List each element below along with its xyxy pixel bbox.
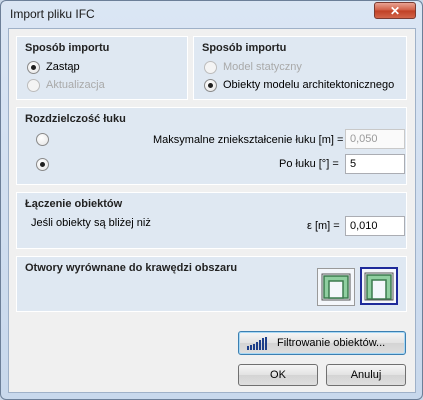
import-model-title: Sposób importu — [202, 42, 287, 54]
filter-icon — [247, 337, 267, 350]
arc-angle-field[interactable] — [345, 154, 405, 174]
import-mode-group: Sposób importu Zastąp Aktualizacja — [16, 36, 188, 100]
import-model-group: Sposób importu Model statyczny Obiekty m… — [193, 36, 407, 100]
opening-option-aligned[interactable] — [360, 267, 398, 305]
merge-objects-title: Łączenie obiektów — [25, 198, 123, 210]
openings-title: Otwory wyrównane do krawędzi obszaru — [25, 262, 238, 274]
close-icon: ✕ — [389, 4, 401, 18]
arc-resolution-group: Rozdzielczość łuku Maksymalne zniekształ… — [16, 107, 407, 185]
title-bar[interactable]: Import pliku IFC ✕ — [1, 1, 422, 27]
arc-resolution-title: Rozdzielczość łuku — [25, 113, 126, 125]
radio-static-model — [204, 61, 217, 74]
cancel-label: Anuluj — [350, 369, 382, 381]
radio-architectural-objects[interactable] — [204, 79, 217, 92]
arc-angle-label: Po łuku [°] = — [279, 158, 339, 170]
import-ifc-dialog: Import pliku IFC ✕ Sposób importu Zastąp… — [0, 0, 423, 400]
radio-update — [27, 79, 40, 92]
ok-button[interactable]: OK — [238, 364, 318, 386]
radio-replace[interactable] — [27, 61, 40, 74]
radio-architectural-objects-label[interactable]: Obiekty modelu architektonicznego — [223, 79, 394, 91]
cancel-button[interactable]: Anuluj — [326, 364, 406, 386]
radio-static-model-label: Model statyczny — [223, 61, 302, 73]
merge-description: Jeśli obiekty są bliżej niż — [31, 217, 151, 229]
radio-update-label: Aktualizacja — [46, 79, 105, 91]
opening-aligned-icon — [364, 272, 394, 301]
epsilon-label: ε [m] = — [307, 220, 340, 232]
radio-max-distortion[interactable] — [36, 133, 49, 146]
ok-label: OK — [270, 369, 286, 381]
import-mode-title: Sposób importu — [25, 42, 110, 54]
max-distortion-field[interactable] — [345, 129, 405, 149]
opening-flush-icon — [321, 273, 351, 301]
radio-arc-angle[interactable] — [36, 158, 49, 171]
filter-objects-button[interactable]: Filtrowanie obiektów... — [238, 331, 406, 355]
dialog-body: Sposób importu Zastąp Aktualizacja Sposó… — [8, 28, 416, 393]
max-distortion-label: Maksymalne zniekształcenie łuku [m] = — [153, 134, 344, 146]
opening-option-flush[interactable] — [317, 268, 355, 306]
window-title: Import pliku IFC — [10, 7, 95, 21]
radio-replace-label[interactable]: Zastąp — [46, 61, 80, 73]
epsilon-field[interactable] — [345, 216, 405, 236]
close-button[interactable]: ✕ — [374, 2, 416, 19]
filter-objects-label: Filtrowanie obiektów... — [277, 337, 386, 349]
merge-objects-group: Łączenie obiektów Jeśli obiekty są bliże… — [16, 192, 407, 249]
openings-group: Otwory wyrównane do krawędzi obszaru — [16, 256, 407, 312]
